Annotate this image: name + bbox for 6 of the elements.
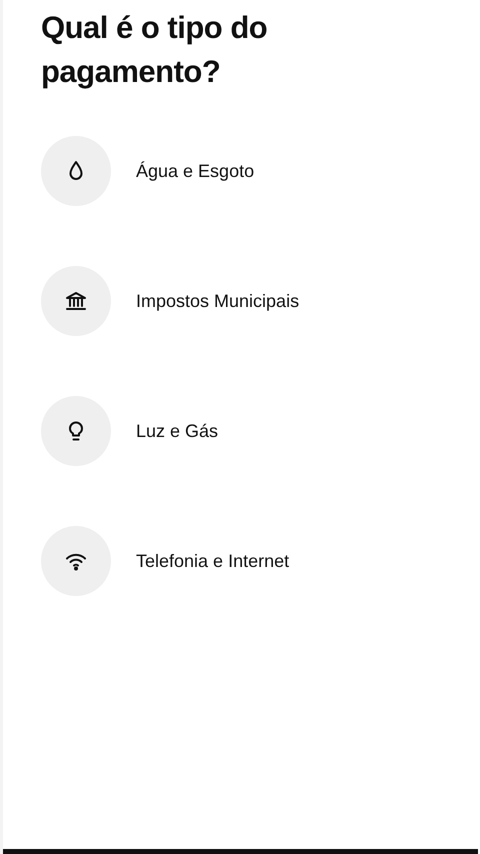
payment-type-option[interactable]: Impostos Municipais xyxy=(41,266,441,336)
payment-type-option[interactable]: Água e Esgoto xyxy=(41,136,441,206)
payment-type-option[interactable]: Telefonia e Internet xyxy=(41,526,441,596)
payment-type-option[interactable]: Luz e Gás xyxy=(41,396,441,466)
bank-icon xyxy=(64,289,88,313)
page-title: Qual é o tipo do pagamento? xyxy=(41,9,268,91)
